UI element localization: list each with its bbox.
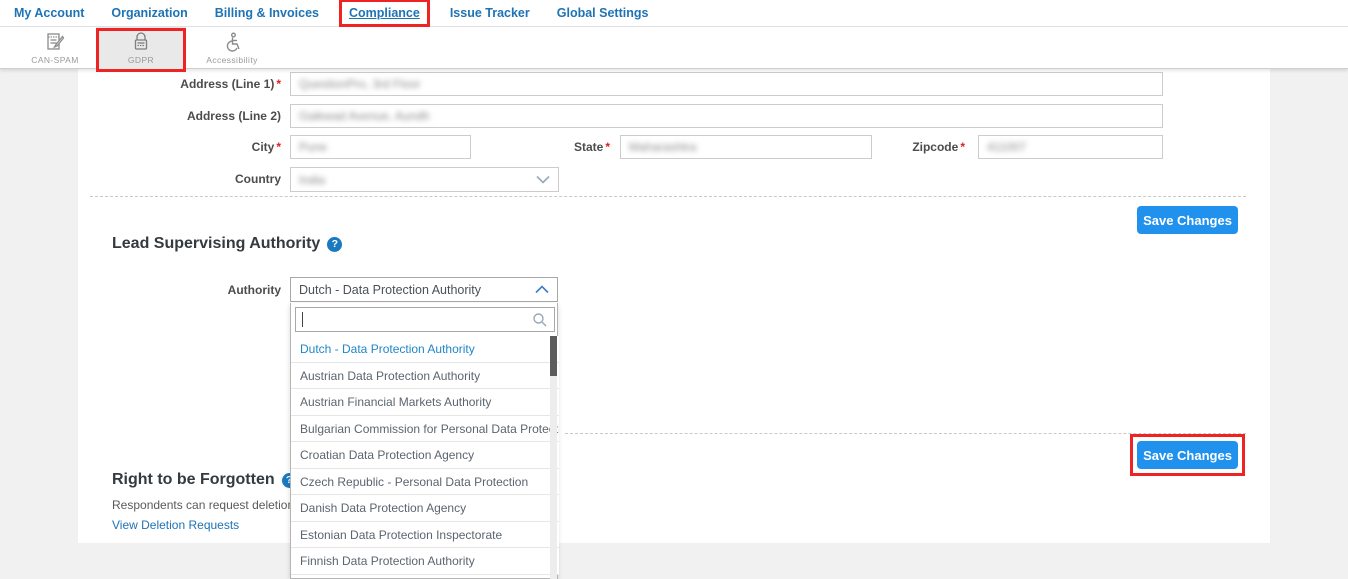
country-value: India <box>299 173 325 187</box>
tab-compliance[interactable]: Compliance <box>349 6 420 20</box>
required-asterisk: * <box>276 140 281 154</box>
gdpr-settings-panel: Address (Line 1)* QuestionPro, 3rd Floor… <box>78 69 1270 543</box>
tab-billing-invoices[interactable]: Billing & Invoices <box>215 6 319 20</box>
state-value: Maharashtra <box>629 140 696 154</box>
search-icon <box>532 312 548 328</box>
authority-search-input[interactable] <box>295 307 555 332</box>
country-label: Country <box>78 172 281 186</box>
wheelchair-icon <box>221 31 243 53</box>
state-label: State* <box>407 140 610 154</box>
help-icon[interactable]: ? <box>327 237 342 252</box>
address-line-1-input[interactable]: QuestionPro, 3rd Floor <box>290 72 1163 96</box>
authority-option[interactable]: Danish Data Protection Agency <box>291 495 559 522</box>
document-edit-icon <box>44 31 66 53</box>
dropdown-scrollbar-track[interactable] <box>550 336 557 579</box>
address-line-1-label: Address (Line 1)* <box>78 77 281 91</box>
chevron-up-icon <box>535 285 549 294</box>
toolbar-item-label: Accessibility <box>206 55 258 65</box>
city-label: City* <box>78 140 281 154</box>
authority-option[interactable]: Bulgarian Commission for Personal Data P… <box>291 416 559 443</box>
tab-issue-tracker[interactable]: Issue Tracker <box>450 6 530 20</box>
toolbar-item-can-spam[interactable]: CAN-SPAM <box>10 27 100 69</box>
view-deletion-requests-link[interactable]: View Deletion Requests <box>112 518 239 532</box>
save-changes-button-address[interactable]: Save Changes <box>1137 206 1238 234</box>
text-cursor <box>302 312 303 327</box>
zipcode-input[interactable]: 411007 <box>978 135 1163 159</box>
authority-option[interactable]: Austrian Financial Markets Authority <box>291 389 559 416</box>
tab-my-account[interactable]: My Account <box>14 6 84 20</box>
save-changes-button-authority[interactable]: Save Changes <box>1137 441 1238 469</box>
top-nav: My Account Organization Billing & Invoic… <box>0 0 1348 27</box>
country-select[interactable]: India <box>290 167 559 192</box>
required-asterisk: * <box>605 140 610 154</box>
section-divider <box>565 433 1246 434</box>
tab-global-settings[interactable]: Global Settings <box>557 6 649 20</box>
dropdown-scrollbar-thumb[interactable] <box>550 336 557 376</box>
authority-option[interactable]: Croatian Data Protection Agency <box>291 442 559 469</box>
required-asterisk: * <box>960 140 965 154</box>
toolbar-item-gdpr[interactable]: GDPR <box>96 27 186 69</box>
address-line-2-label: Address (Line 2) <box>78 109 281 123</box>
annotation-box-compliance: Compliance <box>339 0 430 27</box>
authority-option[interactable]: Finnish Data Protection Authority <box>291 548 559 575</box>
required-asterisk: * <box>276 77 281 91</box>
zipcode-value: 411007 <box>987 140 1026 154</box>
rtbf-description: Respondents can request deletion of <box>112 498 307 512</box>
address-line-2-input[interactable]: Gaikwad Avenue, Aundh <box>290 104 1163 128</box>
authority-option[interactable]: Dutch - Data Protection Authority <box>291 336 559 363</box>
toolbar-item-accessibility[interactable]: Accessibility <box>186 27 278 69</box>
address-line-2-value: Gaikwad Avenue, Aundh <box>299 109 430 123</box>
authority-option[interactable]: Austrian Data Protection Authority <box>291 363 559 390</box>
authority-option[interactable]: Czech Republic - Personal Data Protectio… <box>291 469 559 496</box>
authority-selected-value: Dutch - Data Protection Authority <box>299 283 481 297</box>
city-value: Pune <box>299 140 327 154</box>
zipcode-label: Zipcode* <box>762 140 965 154</box>
compliance-toolbar: CAN-SPAM GDPR Accessibility <box>0 27 1348 69</box>
padlock-icon <box>130 31 152 53</box>
authority-label: Authority <box>78 283 281 297</box>
address-line-1-value: QuestionPro, 3rd Floor <box>299 77 420 91</box>
authority-option[interactable]: Estonian Data Protection Inspectorate <box>291 522 559 549</box>
section-divider <box>90 196 1246 197</box>
right-to-be-forgotten-title: Right to be Forgotten ? <box>112 471 297 489</box>
lead-supervising-authority-title: Lead Supervising Authority ? <box>112 235 342 253</box>
chevron-down-icon <box>536 175 550 184</box>
toolbar-item-label: CAN-SPAM <box>31 55 78 65</box>
toolbar-item-label: GDPR <box>128 55 154 65</box>
authority-option-list: Dutch - Data Protection Authority Austri… <box>291 336 559 575</box>
authority-dropdown-panel: Dutch - Data Protection Authority Austri… <box>290 303 558 579</box>
tab-organization[interactable]: Organization <box>111 6 187 20</box>
authority-select[interactable]: Dutch - Data Protection Authority <box>290 277 558 302</box>
